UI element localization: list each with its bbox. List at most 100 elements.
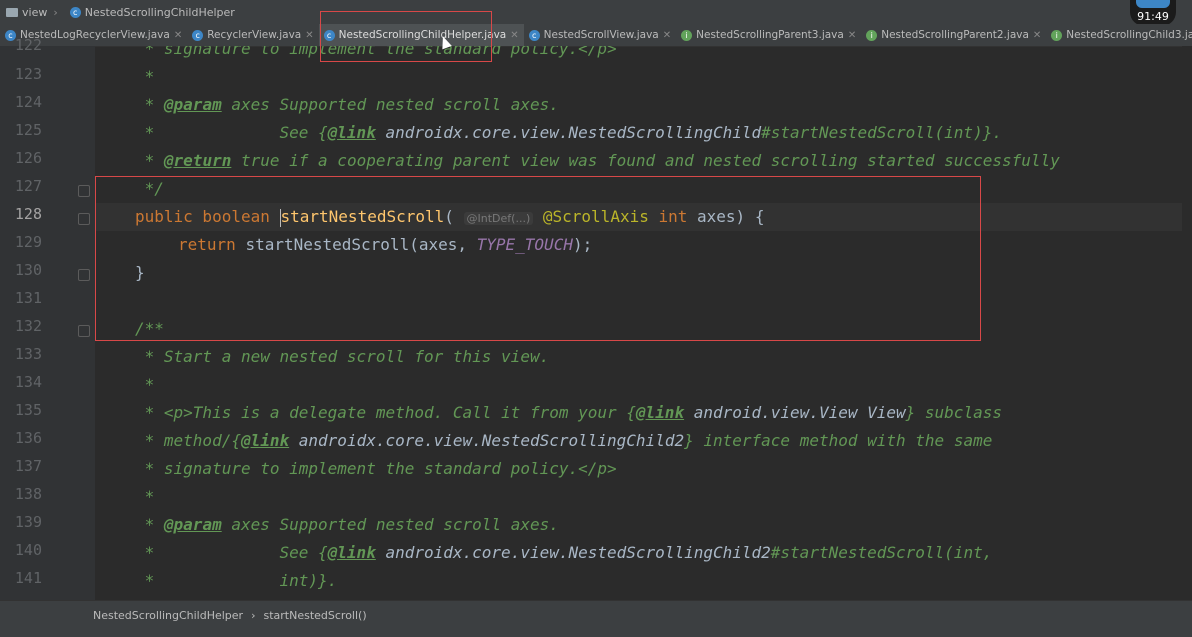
annotation: @ScrollAxis — [533, 207, 659, 226]
navigation-bar: view › c NestedScrollingChildHelper — [0, 0, 1192, 24]
line-number: 130 — [14, 261, 42, 279]
class-icon: c — [69, 6, 81, 18]
breadcrumb-file-label: NestedScrollingChildHelper — [84, 5, 235, 19]
doc-comment: * int)}. — [135, 571, 338, 590]
code-line-140: * See {@link androidx.core.view.NestedSc… — [135, 539, 993, 567]
clock-text: 91:49 — [1137, 10, 1169, 23]
doc-comment: * Start a new nested scroll for this vie… — [135, 347, 550, 366]
line-number: 137 — [14, 457, 42, 475]
close-icon[interactable]: ✕ — [848, 30, 856, 41]
line-number: 124 — [14, 93, 42, 111]
breadcrumb-folder-label: view — [22, 5, 48, 19]
doc-comment: /** — [135, 319, 164, 338]
code-line-135: * <p>This is a delegate method. Call it … — [135, 399, 1002, 427]
doc-comment: * See { — [135, 543, 328, 562]
line-number: 140 — [14, 541, 42, 559]
javadoc-tag: @param — [163, 95, 222, 114]
javadoc-tag: @link — [240, 431, 290, 450]
footer-method-crumb[interactable]: startNestedScroll() — [263, 609, 366, 622]
javadoc-tag: @param — [163, 515, 222, 534]
close-icon[interactable]: ✕ — [305, 30, 313, 41]
code-line-125: * See {@link androidx.core.view.NestedSc… — [135, 119, 1002, 147]
class-icon: c — [323, 29, 335, 41]
javadoc-reference: androidx.core.view.NestedScrollingChild2 — [289, 431, 685, 450]
doc-comment: * method/{ — [135, 431, 241, 450]
line-number: 123 — [14, 65, 42, 83]
footer-class-crumb[interactable]: NestedScrollingChildHelper — [93, 609, 243, 622]
fold-marker-icon[interactable] — [78, 185, 90, 197]
doc-comment: } subclass — [905, 403, 1002, 422]
code-line-126: * @return true if a cooperating parent v… — [135, 147, 1060, 175]
tab-nestedscrollview[interactable]: c NestedScrollView.java ✕ — [524, 24, 677, 46]
doc-comment: * — [135, 375, 155, 394]
code-line-138: * — [135, 483, 155, 511]
editor-tab-bar: c NestedLogRecyclerView.java ✕ c Recycle… — [0, 24, 1192, 47]
line-number: 141 — [14, 569, 42, 587]
line-number: 122 — [14, 36, 42, 54]
fold-marker-icon[interactable] — [78, 269, 90, 281]
keyword: int — [658, 207, 688, 226]
line-number: 125 — [14, 121, 42, 139]
javadoc-tag: @link — [327, 543, 376, 562]
line-number: 129 — [14, 233, 42, 251]
code-line-129: return startNestedScroll(axes, TYPE_TOUC… — [178, 231, 592, 259]
doc-comment: * signature to implement the standard po… — [135, 46, 617, 58]
doc-comment: * <p>This is a delegate method. Call it … — [135, 403, 636, 422]
line-number: 133 — [14, 345, 42, 363]
close-icon[interactable]: ✕ — [174, 30, 182, 41]
method-name: startNestedScroll — [280, 207, 445, 226]
keyword: return — [178, 235, 246, 254]
javadoc-reference: androidx.core.view.NestedScrollingChild — [375, 123, 762, 142]
class-icon: c — [192, 29, 204, 41]
javadoc-tag: @link — [635, 403, 685, 422]
doc-comment: * — [135, 95, 164, 114]
code-line-124: * @param axes Supported nested scroll ax… — [135, 91, 559, 119]
doc-comment: */ — [135, 179, 164, 198]
line-number: 139 — [14, 513, 42, 531]
code-line-134: * — [135, 371, 155, 399]
doc-comment: * — [135, 487, 155, 506]
close-icon[interactable]: ✕ — [663, 30, 671, 41]
tab-nestedscrollingchild3[interactable]: i NestedScrollingChild3.java ✕ — [1046, 24, 1192, 46]
inlay-hint[interactable]: @IntDef(...) — [463, 212, 534, 225]
tab-nestedscrollingparent3[interactable]: i NestedScrollingParent3.java ✕ — [676, 24, 861, 46]
tab-nestedscrollingparent2[interactable]: i NestedScrollingParent2.java ✕ — [861, 24, 1046, 46]
keyword: public boolean — [135, 207, 280, 226]
tab-nestedscrollingchildhelper[interactable]: c NestedScrollingChildHelper.java ✕ — [318, 24, 524, 46]
editor-scrollbar[interactable] — [1182, 46, 1192, 600]
javadoc-tag: @return — [163, 151, 232, 170]
close-icon[interactable]: ✕ — [510, 30, 518, 41]
doc-comment: * signature to implement the standard po… — [135, 459, 617, 478]
doc-comment: #startNestedScroll(int, — [770, 543, 993, 562]
javadoc-reference: android.view.View View — [684, 403, 906, 422]
code-editor[interactable]: * signature to implement the standard po… — [95, 46, 1192, 600]
punctuation: ); — [572, 235, 593, 254]
breadcrumb-file[interactable]: c NestedScrollingChildHelper — [69, 5, 235, 19]
breadcrumb-separator: › — [53, 5, 58, 19]
doc-comment: * — [135, 151, 164, 170]
footer-breadcrumb: NestedScrollingChildHelper › startNested… — [93, 609, 367, 622]
tab-label: NestedLogRecyclerView.java — [20, 29, 170, 41]
code-line-133: * Start a new nested scroll for this vie… — [135, 343, 550, 371]
punctuation: ( — [444, 207, 464, 226]
fold-marker-icon[interactable] — [78, 325, 90, 337]
breadcrumb-separator: › — [251, 609, 256, 622]
line-number: 126 — [14, 149, 42, 167]
interface-icon: i — [681, 29, 693, 41]
tab-label: RecyclerView.java — [207, 29, 302, 41]
fold-marker-icon[interactable] — [78, 213, 90, 225]
breadcrumb-folder[interactable]: view — [6, 6, 47, 19]
close-icon[interactable]: ✕ — [1033, 30, 1041, 41]
method-call: startNestedScroll(axes, — [245, 235, 477, 254]
code-line-132: /** — [135, 315, 164, 343]
javadoc-reference: androidx.core.view.NestedScrollingChild2 — [375, 543, 771, 562]
doc-comment: #startNestedScroll(int)}. — [761, 123, 1002, 142]
line-number: 136 — [14, 429, 42, 447]
code-line-130: } — [135, 259, 145, 287]
line-number-gutter[interactable]: 122 123 124 125 126 127 128 129 130 131 … — [0, 36, 95, 600]
doc-comment: true if a cooperating parent view was fo… — [231, 151, 1060, 170]
interface-icon: i — [866, 29, 878, 41]
code-line-137: * signature to implement the standard po… — [135, 455, 617, 483]
tab-recyclerview[interactable]: c RecyclerView.java ✕ — [187, 24, 318, 46]
line-number: 135 — [14, 401, 42, 419]
